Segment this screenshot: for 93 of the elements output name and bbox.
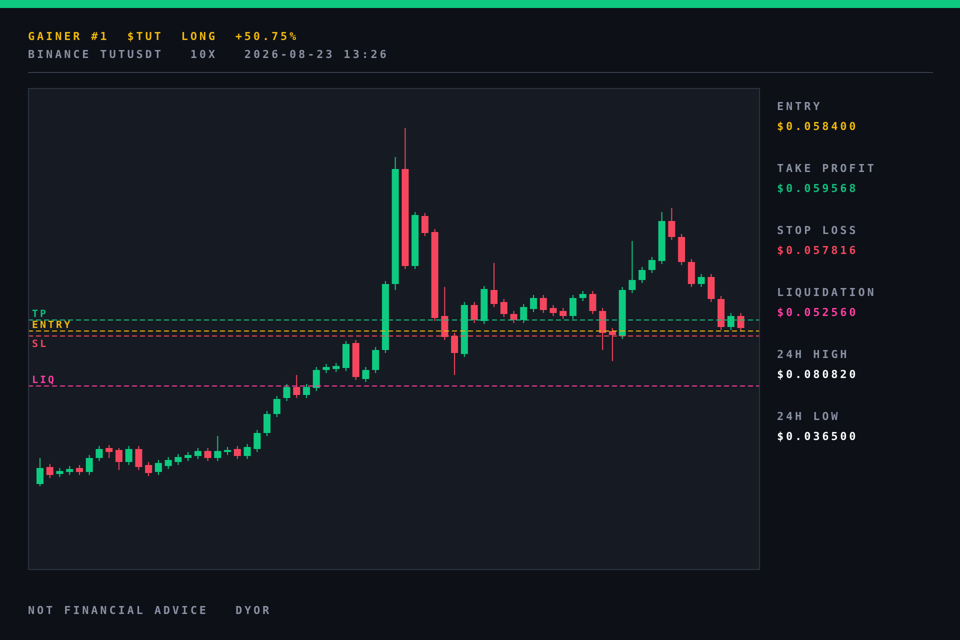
candlestick (264, 410, 270, 436)
candlestick (470, 302, 478, 324)
title-text: GAINER #1 (28, 30, 110, 44)
candlestick (283, 384, 290, 402)
subtitle-text: BINANCE TUTUSDT (28, 48, 164, 62)
candlestick (312, 366, 320, 392)
stat-value: $0.058400 (777, 120, 860, 134)
candlestick (332, 362, 340, 372)
candlestick (727, 312, 734, 330)
candlestick (154, 460, 162, 476)
candlestick (599, 308, 606, 350)
candlestick (352, 340, 360, 380)
subtitle-text: 10X (190, 48, 218, 62)
candlestick (540, 294, 547, 314)
candlestick (66, 466, 74, 476)
candlestick (86, 454, 93, 476)
subtitle-text: 2026-08-23 13:26 (244, 48, 389, 62)
candlestick (421, 212, 428, 236)
candlestick (718, 296, 725, 330)
disclaimer-text: DYOR (235, 604, 272, 618)
candlestick (510, 310, 518, 324)
candlestick (96, 446, 103, 462)
title-text: LONG (181, 30, 218, 44)
title-text: +50.75% (235, 30, 299, 44)
candlestick (46, 464, 54, 478)
candlestick (628, 240, 636, 294)
candlestick (372, 346, 380, 374)
candlestick (194, 448, 202, 460)
stat-value: $0.052560 (777, 306, 860, 320)
candlestick (204, 448, 212, 462)
candlestick (520, 304, 528, 324)
candlestick (480, 286, 488, 324)
candlestick (678, 234, 686, 266)
candlestick (608, 328, 616, 362)
candlestick (106, 444, 113, 458)
price-level-label: SL (32, 339, 48, 350)
disclaimer-text: NOT FINANCIAL ADVICE (28, 604, 208, 618)
candlestick (668, 208, 676, 240)
candlestick (184, 452, 192, 462)
candlestick (244, 444, 251, 460)
candlestick (362, 366, 370, 382)
candlestick (530, 294, 537, 312)
candlestick (688, 258, 695, 288)
price-level-label: ENTRY (32, 320, 72, 331)
candlestick (135, 446, 142, 470)
candlestick (579, 290, 586, 302)
candlestick (737, 312, 744, 332)
stat-value: $0.080820 (777, 368, 860, 382)
stat-label: TAKE PROFIT (777, 162, 876, 176)
candlestick (174, 454, 182, 466)
stat-label: 24H LOW (777, 410, 842, 424)
candlestick (500, 298, 508, 318)
candlestick (303, 384, 310, 398)
candlestick (214, 436, 222, 462)
candlestick (224, 446, 232, 456)
candlestick (658, 212, 666, 264)
candlestick (145, 462, 152, 476)
candlestick (342, 340, 350, 372)
price-level-label: TP (32, 309, 48, 320)
stat-value: $0.057816 (777, 244, 860, 258)
candlestick (412, 212, 419, 270)
candlestick (293, 374, 300, 398)
candlestick (569, 294, 576, 320)
candlestick (322, 364, 330, 374)
candlestick (234, 446, 241, 460)
candlestick (560, 308, 567, 320)
candlestick (490, 262, 498, 308)
stat-value: $0.059568 (777, 182, 860, 196)
candlestick (648, 256, 656, 274)
candlestick (56, 468, 64, 478)
stat-label: STOP LOSS (777, 224, 860, 238)
candlestick (36, 458, 44, 486)
candlestick (164, 456, 172, 470)
title-text: $TUT (127, 30, 164, 44)
candlestick (550, 304, 557, 316)
stat-label: 24H HIGH (777, 348, 850, 362)
stat-value: $0.036500 (777, 430, 860, 444)
candlestick (115, 448, 122, 470)
candlestick (125, 446, 132, 466)
stat-label: ENTRY (777, 100, 824, 114)
candlestick (76, 464, 83, 476)
candlestick (708, 274, 715, 302)
candlestick (460, 302, 468, 358)
candlestick (618, 286, 626, 340)
candlestick (698, 274, 705, 288)
candlestick (254, 430, 261, 452)
candlestick (441, 286, 448, 340)
candlestick (273, 396, 280, 418)
candlestick (638, 266, 646, 284)
candlestick (589, 290, 596, 314)
price-level-label: LIQ (32, 375, 56, 386)
stat-label: LIQUIDATION (777, 286, 876, 300)
candlestick (451, 332, 458, 376)
